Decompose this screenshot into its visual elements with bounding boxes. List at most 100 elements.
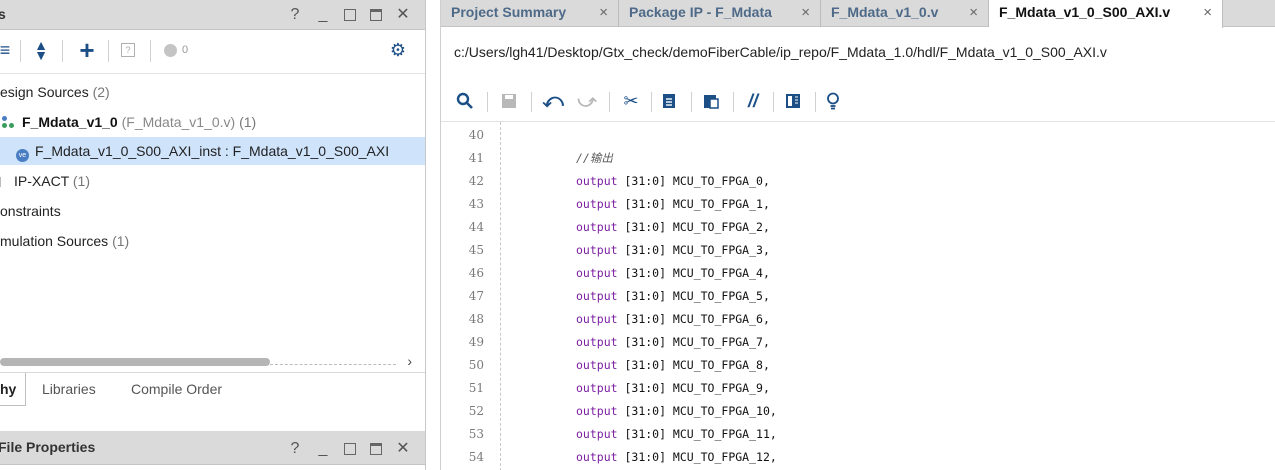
lightbulb-icon[interactable] [823, 88, 843, 114]
code-line[interactable]: 41 //输出 [441, 147, 1275, 170]
tree-item-ip-xact[interactable]: IP-XACT (1) [0, 167, 425, 195]
code-text: output [31:0] MCU_TO_FPGA_5, [576, 285, 770, 308]
tab-hierarchy[interactable]: hy [0, 373, 26, 406]
code-keyword: output [576, 197, 618, 211]
code-text: output [31:0] MCU_TO_FPGA_0, [576, 170, 770, 193]
editor-tab-strip: Project Summary × Package IP - F_Mdata ×… [441, 0, 1275, 28]
sources-help-icon[interactable]: ? [120, 38, 136, 62]
tab-project-summary[interactable]: Project Summary × [441, 0, 619, 27]
tree-item-top-module[interactable]: F_Mdata_v1_0 (F_Mdata_v1_0.v) (1) [0, 108, 425, 136]
code-line[interactable]: 44 output [31:0] MCU_TO_FPGA_2, [441, 216, 1275, 239]
line-number: 41 [468, 151, 484, 165]
settings-gear-icon[interactable]: ⚙ [388, 38, 408, 62]
code-line[interactable]: 53 output [31:0] MCU_TO_FPGA_11, [441, 423, 1275, 446]
code-text: output [31:0] MCU_TO_FPGA_4, [576, 262, 770, 285]
tree-item-count: (1) [239, 114, 257, 130]
minimize-icon[interactable]: _ [316, 6, 330, 24]
code-line[interactable]: 42 output [31:0] MCU_TO_FPGA_0, [441, 170, 1275, 193]
code-line[interactable]: 51 output [31:0] MCU_TO_FPGA_9, [441, 377, 1275, 400]
code-line[interactable]: 40 [441, 124, 1275, 147]
code-line[interactable]: 43 output [31:0] MCU_TO_FPGA_1, [441, 193, 1275, 216]
copy-icon[interactable] [659, 88, 679, 114]
code-text: output [31:0] MCU_TO_FPGA_3, [576, 239, 770, 262]
code-line[interactable]: 47 output [31:0] MCU_TO_FPGA_5, [441, 285, 1275, 308]
code-text: output [31:0] MCU_TO_FPGA_8, [576, 354, 770, 377]
file-properties-title: File Properties [0, 439, 96, 455]
tab-libraries[interactable]: Libraries [42, 373, 96, 406]
close-icon[interactable]: ✕ [396, 6, 410, 24]
tree-item-file: (F_Mdata_v1_0.v) [121, 114, 236, 130]
code-body: [31:0] MCU_TO_FPGA_4, [617, 266, 770, 280]
close-tab-icon[interactable]: × [1203, 1, 1212, 25]
horizontal-scrollbar[interactable]: › [0, 353, 425, 369]
tree-item-axi-inst[interactable]: ve F_Mdata_v1_0_S00_AXI_inst : F_Mdata_v1… [0, 137, 425, 165]
code-body: [31:0] MCU_TO_FPGA_0, [617, 174, 770, 188]
add-sources-button[interactable]: + [76, 35, 98, 65]
code-text: //输出 [576, 147, 613, 170]
scrollbar-thumb[interactable] [0, 358, 270, 366]
code-keyword: output [576, 220, 618, 234]
float-icon[interactable] [370, 443, 382, 455]
collapse-all-icon[interactable]: ≡ [0, 38, 12, 62]
maximize-icon[interactable] [344, 443, 356, 455]
help-icon[interactable]: ? [288, 440, 302, 458]
code-line[interactable]: 54 output [31:0] MCU_TO_FPGA_12, [441, 446, 1275, 469]
messages-count: 0 [182, 44, 189, 56]
tree-item-simulation-sources[interactable]: mulation Sources (1) [0, 227, 425, 255]
tab-package-ip[interactable]: Package IP - F_Mdata × [619, 0, 821, 27]
tree-item-label: mulation Sources [0, 233, 109, 249]
line-number: 47 [468, 289, 484, 303]
folder-icon [0, 177, 6, 187]
code-line[interactable]: 52 output [31:0] MCU_TO_FPGA_10, [441, 400, 1275, 423]
cut-icon[interactable]: ✂ [621, 88, 641, 114]
comment-toggle-icon[interactable]: // [741, 88, 765, 114]
undo-icon[interactable]: ⤺ [542, 88, 563, 114]
maximize-icon[interactable] [344, 9, 356, 21]
minimize-icon[interactable]: _ [316, 440, 330, 458]
paste-icon[interactable] [701, 88, 721, 114]
close-tab-icon[interactable]: × [599, 1, 608, 25]
code-body: [31:0] MCU_TO_FPGA_11, [617, 427, 777, 441]
tab-label: Project Summary [451, 4, 567, 20]
code-body: [31:0] MCU_TO_FPGA_6, [617, 312, 770, 326]
tab-f-mdata-v1-0[interactable]: F_Mdata_v1_0.v × [821, 0, 989, 27]
float-icon[interactable] [370, 9, 382, 21]
sources-panel-header: s ? _ ✕ [0, 0, 425, 30]
close-icon[interactable]: ✕ [396, 440, 410, 458]
code-editor[interactable]: 40 41 //输出 42 output [31:0] MCU_TO_FPGA_0, 43… [441, 121, 1275, 470]
code-text: output [31:0] MCU_TO_FPGA_2, [576, 216, 770, 239]
code-text: output [31:0] MCU_TO_FPGA_7, [576, 331, 770, 354]
code-line[interactable]: 46 output [31:0] MCU_TO_FPGA_4, [441, 262, 1275, 285]
close-tab-icon[interactable]: × [801, 1, 810, 25]
scroll-right-icon[interactable]: › [407, 353, 412, 369]
code-text: output [31:0] MCU_TO_FPGA_10, [576, 400, 777, 423]
code-line[interactable]: 45 output [31:0] MCU_TO_FPGA_3, [441, 239, 1275, 262]
code-line[interactable]: 48 output [31:0] MCU_TO_FPGA_6, [441, 308, 1275, 331]
tree-item-count: (2) [92, 84, 110, 100]
code-keyword: output [576, 404, 618, 418]
help-icon[interactable]: ? [288, 6, 302, 24]
search-icon[interactable] [455, 88, 475, 114]
line-number: 52 [468, 404, 484, 418]
tab-f-mdata-s00-axi[interactable]: F_Mdata_v1_0_S00_AXI.v × [989, 0, 1223, 28]
close-tab-icon[interactable]: × [969, 1, 978, 25]
code-line[interactable]: 50 output [31:0] MCU_TO_FPGA_8, [441, 354, 1275, 377]
columns-icon[interactable] [783, 88, 803, 114]
code-body: [31:0] MCU_TO_FPGA_12, [617, 450, 777, 464]
redo-icon[interactable]: ⤻ [577, 88, 597, 114]
code-body: [31:0] MCU_TO_FPGA_3, [617, 243, 770, 257]
expand-all-icon[interactable]: ▲ ▼ [32, 38, 50, 62]
code-line[interactable]: 49 output [31:0] MCU_TO_FPGA_7, [441, 331, 1275, 354]
tree-item-label: F_Mdata_v1_0 [22, 114, 118, 130]
code-body: [31:0] MCU_TO_FPGA_1, [617, 197, 770, 211]
tab-compile-order[interactable]: Compile Order [131, 373, 222, 406]
tree-item-count: (1) [112, 233, 130, 249]
verilog-module-icon: ve [16, 149, 29, 162]
messages-indicator[interactable]: 0 [164, 38, 198, 62]
tree-item-count: (1) [72, 173, 90, 189]
code-text: output [31:0] MCU_TO_FPGA_1, [576, 193, 770, 216]
tree-item-constraints[interactable]: onstraints [0, 197, 425, 225]
line-number: 44 [468, 220, 484, 234]
tree-item-design-sources[interactable]: esign Sources (2) [0, 78, 425, 106]
save-icon[interactable] [499, 88, 519, 114]
